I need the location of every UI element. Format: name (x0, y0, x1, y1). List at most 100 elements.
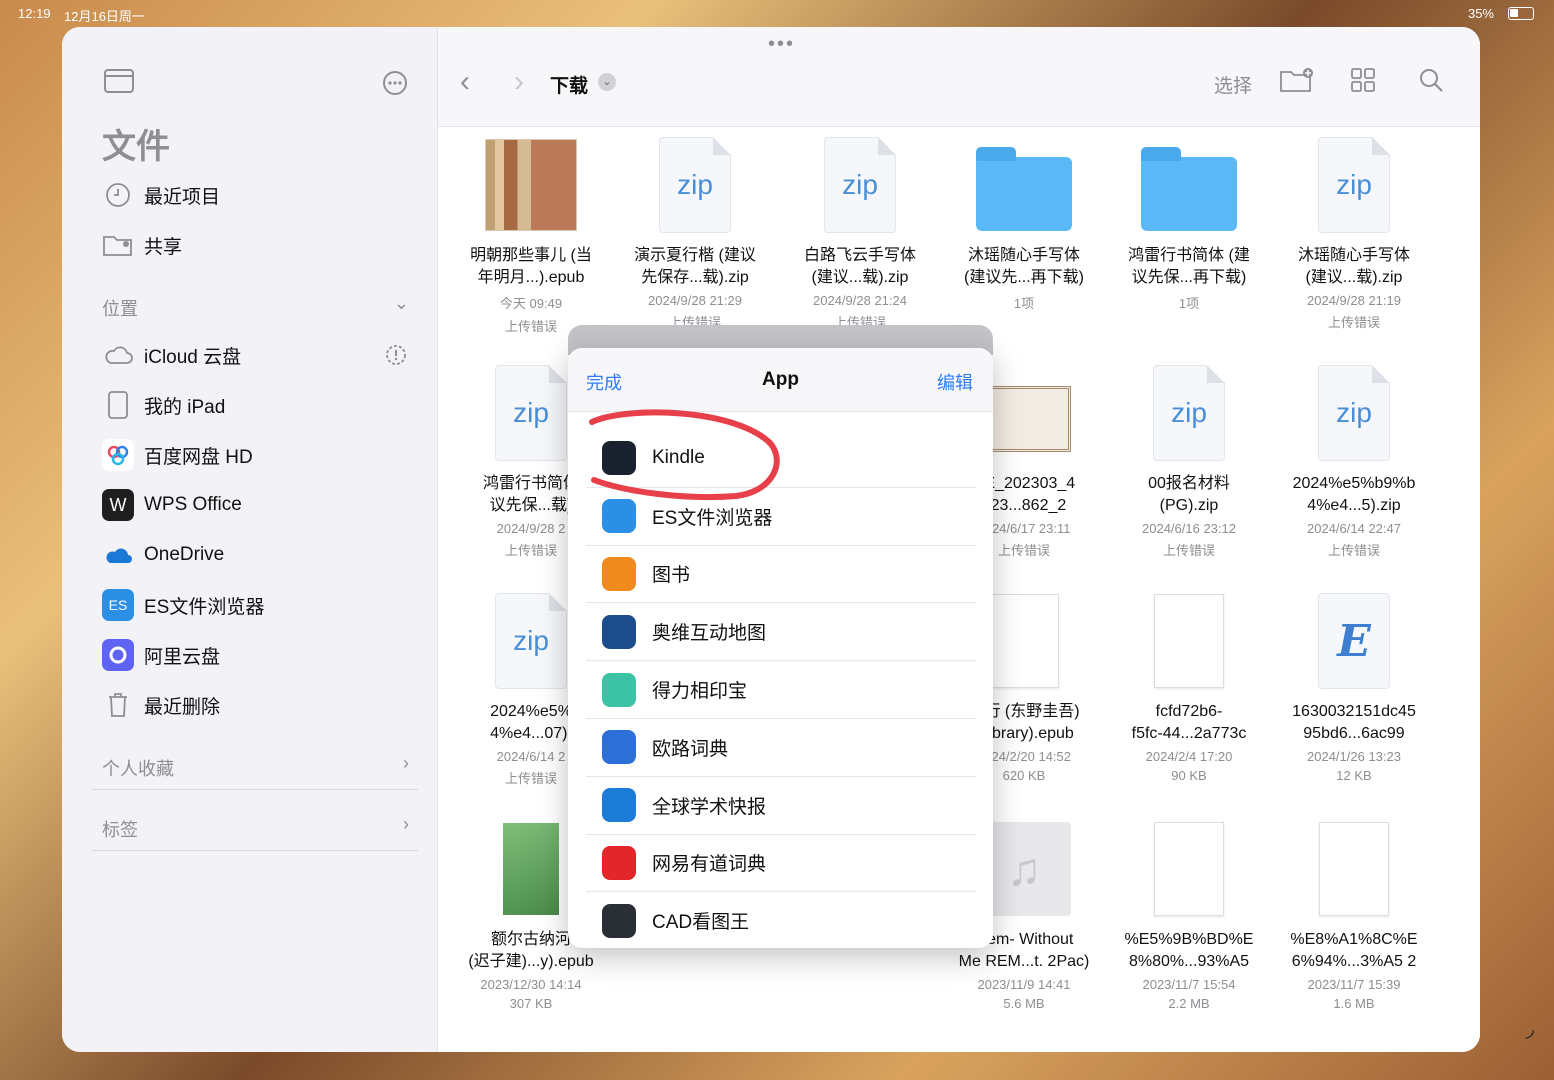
app-list: Kindle ES文件浏览器 图书 奥维互动地图 得力相印宝 欧路词典 全球学术快报 网易有道… (586, 430, 976, 948)
book-cover (503, 823, 559, 915)
clock-icon (102, 179, 134, 211)
back-button[interactable]: ‹ (460, 65, 470, 99)
multitasking-dots-icon[interactable]: ••• (768, 33, 795, 56)
resize-handle-icon[interactable]: ◞ (1525, 1016, 1534, 1042)
file-name: %E8%A1%8C%E 6%94%...3%A5 2 (1290, 931, 1418, 970)
file-item[interactable]: zip 沐瑶随心手写体 (建议...载).zip 2024/9/28 21:19 上传错… (1279, 135, 1429, 331)
chevron-right-icon[interactable]: › (403, 814, 409, 835)
file-status: 12 KB (1336, 768, 1372, 783)
baidu-icon (102, 439, 134, 471)
file-name: 白路飞云手写体 (建议...载).zip (803, 247, 916, 286)
epub-e-icon: E (1318, 593, 1390, 689)
chevron-right-icon[interactable]: › (403, 753, 409, 774)
file-date: 2023/11/9 14:41 (977, 977, 1071, 992)
file-date: 1项 (1178, 296, 1200, 311)
app-label: 网易有道词典 (652, 854, 767, 876)
file-item[interactable]: zip 演示夏行楷 (建议 先保存...载).zip 2024/9/28 21:29 上… (620, 135, 770, 331)
edit-button[interactable]: 编辑 (937, 369, 973, 395)
file-item[interactable]: 明朝那些事儿 (当 年明月...).epub 今天 09:49 上传错误 (456, 135, 606, 335)
sidebar-item-onedrive[interactable]: OneDrive (102, 535, 412, 575)
status-bar: 12:19 12月16日周一 35% (0, 0, 1554, 28)
sidebar-item-baidu[interactable]: 百度网盘 HD (102, 435, 412, 475)
sidebar-item-aliyun[interactable]: 阿里云盘 (102, 635, 412, 675)
app-row[interactable]: 图书 (586, 546, 976, 604)
file-date: 2024/6/14 22:47 (1307, 521, 1401, 536)
file-date: 今天 09:49 (499, 296, 563, 311)
eudic-icon (602, 730, 636, 765)
app-label: 欧路词典 (652, 738, 729, 760)
status-time: 12:19 (18, 6, 51, 21)
es-icon: ES (102, 589, 134, 621)
file-name: 鸿雷行书简体 (建 议先保...再下载) (1128, 247, 1250, 286)
file-item[interactable]: zip 2024%e5%b9%b 4%e4...5).zip 2024/6/14 22… (1279, 363, 1429, 559)
sidebar-item-shared[interactable]: 共享 (102, 225, 412, 265)
status-date: 12月16日周一 (64, 9, 145, 24)
folder-title[interactable]: 下载 (550, 71, 588, 98)
zip-file-icon: zip (824, 137, 896, 233)
file-item[interactable]: zip 白路飞云手写体 (建议...载).zip 2024/9/28 21:24 上传错… (785, 135, 935, 331)
deli-print-icon (602, 672, 636, 707)
favorites-header[interactable]: 个人收藏 (102, 755, 174, 781)
grid-view-icon[interactable] (1350, 67, 1376, 98)
app-row[interactable]: 奥维互动地图 (586, 603, 976, 662)
tags-header[interactable]: 标签 (102, 816, 138, 842)
app-label: 全球学术快报 (652, 796, 767, 818)
sidebar-toggle-icon[interactable] (104, 69, 134, 98)
app-row[interactable]: 欧路词典 (586, 719, 976, 777)
file-item[interactable]: %E5%9B%BD%E 8%80%...93%A5 2023/11/7 15:54 2… (1114, 819, 1264, 1011)
app-row[interactable]: 全球学术快报 (586, 777, 976, 835)
zip-file-icon: zip (495, 593, 567, 689)
file-item[interactable]: %E8%A1%8C%E 6%94%...3%A5 2 2023/11/7 15:39… (1279, 819, 1429, 1011)
red-annotation-circle (589, 409, 780, 501)
sidebar-item-recents[interactable]: 最近项目 (102, 175, 412, 215)
file-item[interactable]: E 1630032151dc45 95bd6...6ac99 2024/1/26 13… (1279, 591, 1429, 783)
app-label: CAD看图王 (652, 912, 750, 934)
new-folder-icon[interactable] (1280, 67, 1314, 98)
file-item[interactable]: 沐瑶随心手写体 (建议先...再下载) 1项 (949, 135, 1099, 316)
app-row[interactable]: 得力相印宝 (586, 661, 976, 719)
more-options-icon[interactable] (382, 70, 408, 101)
app-row[interactable]: CAD看图王 (586, 892, 976, 948)
zip-file-icon: zip (659, 137, 731, 233)
cloud-icon (102, 339, 134, 371)
file-name: 明朝那些事儿 (当 年明月...).epub (470, 247, 592, 286)
youdao-icon (602, 845, 636, 880)
file-item[interactable]: zip 00报名材料 (PG).zip 2024/6/16 23:12 上传错误 (1114, 363, 1264, 559)
file-item[interactable]: fcfd72b6- f5fc-44...2a773c 2024/2/4 17:20 9… (1114, 591, 1264, 783)
file-name: 00报名材料 (PG).zip (1148, 475, 1230, 514)
forward-button[interactable]: › (514, 65, 524, 99)
sidebar-item-label: ES文件浏览器 (144, 596, 265, 618)
locations-header[interactable]: 位置 (102, 295, 138, 321)
chevron-down-icon[interactable]: ⌄ (598, 73, 616, 91)
search-icon[interactable] (1418, 67, 1444, 98)
sidebar-item-my-ipad[interactable]: 我的 iPad (102, 385, 412, 425)
file-name: 1630032151dc45 95bd6...6ac99 (1292, 703, 1416, 742)
file-date: 2024/2/4 17:20 (1145, 749, 1233, 764)
app-label: 奥维互动地图 (652, 623, 767, 645)
zip-file-icon: zip (495, 365, 567, 461)
books-icon (602, 556, 636, 591)
sidebar-item-label: WPS Office (144, 494, 242, 515)
sidebar-item-icloud[interactable]: iCloud 云盘 (102, 335, 412, 375)
app-row[interactable]: 网易有道词典 (586, 835, 976, 893)
chevron-down-icon[interactable]: ⌄ (394, 293, 409, 314)
folder-icon (1141, 147, 1237, 231)
zip-file-icon: zip (1318, 137, 1390, 233)
file-item[interactable]: 鸿雷行书简体 (建 议先保...再下载) 1项 (1114, 135, 1264, 316)
book-cover (485, 139, 577, 231)
sidebar-item-es[interactable]: ES ES文件浏览器 (102, 585, 412, 625)
aliyun-icon (102, 639, 134, 671)
wps-icon: W (102, 489, 134, 521)
popover-header: 完成 App 编辑 (568, 348, 993, 412)
zip-file-icon: zip (1153, 365, 1225, 461)
select-button[interactable]: 选择 (1214, 71, 1252, 98)
file-status: 1.6 MB (1333, 996, 1375, 1011)
file-status: 90 KB (1171, 768, 1207, 783)
file-date: 2024/9/28 21:29 (648, 293, 742, 308)
file-date: 1项 (1013, 296, 1035, 311)
sidebar-item-recently-deleted[interactable]: 最近删除 (102, 685, 412, 725)
file-status: 上传错误 (1327, 315, 1380, 330)
sidebar-item-wps[interactable]: W WPS Office (102, 485, 412, 525)
toolbar: ••• ‹ › 下载 ⌄ 选择 (438, 27, 1480, 127)
file-date: 2024/9/28 21:24 (813, 293, 907, 308)
